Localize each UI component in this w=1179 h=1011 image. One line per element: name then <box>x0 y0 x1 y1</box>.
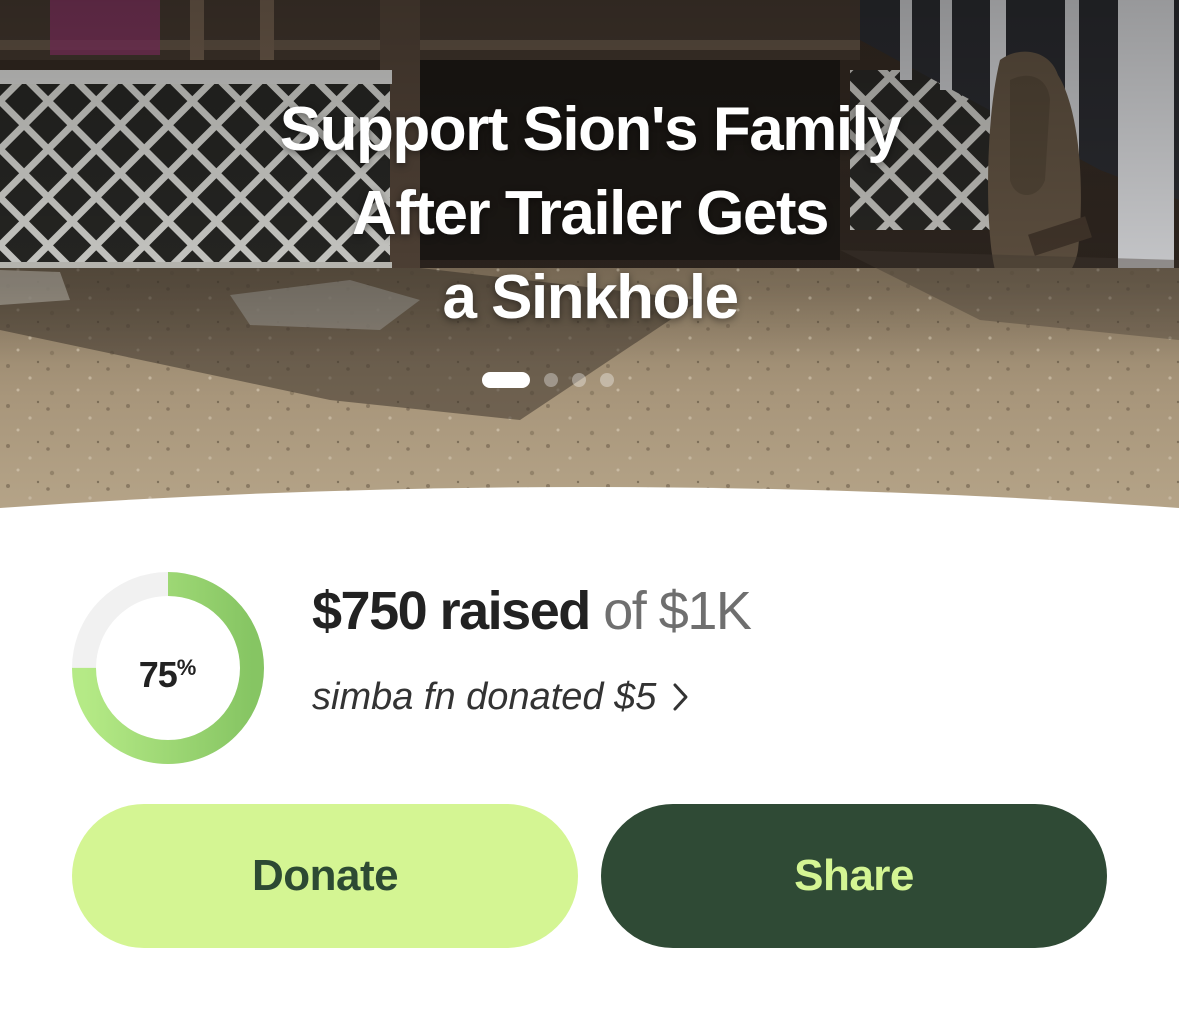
chevron-right-icon <box>673 683 688 711</box>
hero-banner[interactable]: Support Sion's Family After Trailer Gets… <box>0 0 1179 520</box>
raised-amount: $750 raised <box>312 581 591 641</box>
share-button[interactable]: Share <box>601 804 1107 948</box>
campaign-title-line: After Trailer Gets <box>351 179 830 248</box>
progress-percent-sign: % <box>176 655 197 680</box>
campaign-title-line: a Sinkhole <box>442 263 739 332</box>
donate-button[interactable]: Donate <box>72 804 578 948</box>
progress-percent: 75% <box>74 646 260 697</box>
goal-amount: of $1K <box>603 581 752 641</box>
recent-donation-text: simba fn donated $5 <box>312 676 657 718</box>
content-sheet <box>0 487 1179 530</box>
carousel-dot[interactable] <box>572 373 586 387</box>
campaign-title: Support Sion's Family After Trailer Gets… <box>190 88 990 340</box>
carousel-dot[interactable] <box>600 373 614 387</box>
carousel-indicator <box>482 372 614 388</box>
recent-donation-link[interactable]: simba fn donated $5 <box>312 672 690 722</box>
fundraiser-page: Support Sion's Family After Trailer Gets… <box>0 0 1179 1011</box>
carousel-dot[interactable] <box>544 373 558 387</box>
amount-raised: $750 raised of $1K <box>312 578 752 644</box>
campaign-title-line: Support Sion's Family <box>279 95 902 164</box>
progress-percent-number: 75 <box>138 654 178 695</box>
carousel-dot-active[interactable] <box>482 372 530 388</box>
